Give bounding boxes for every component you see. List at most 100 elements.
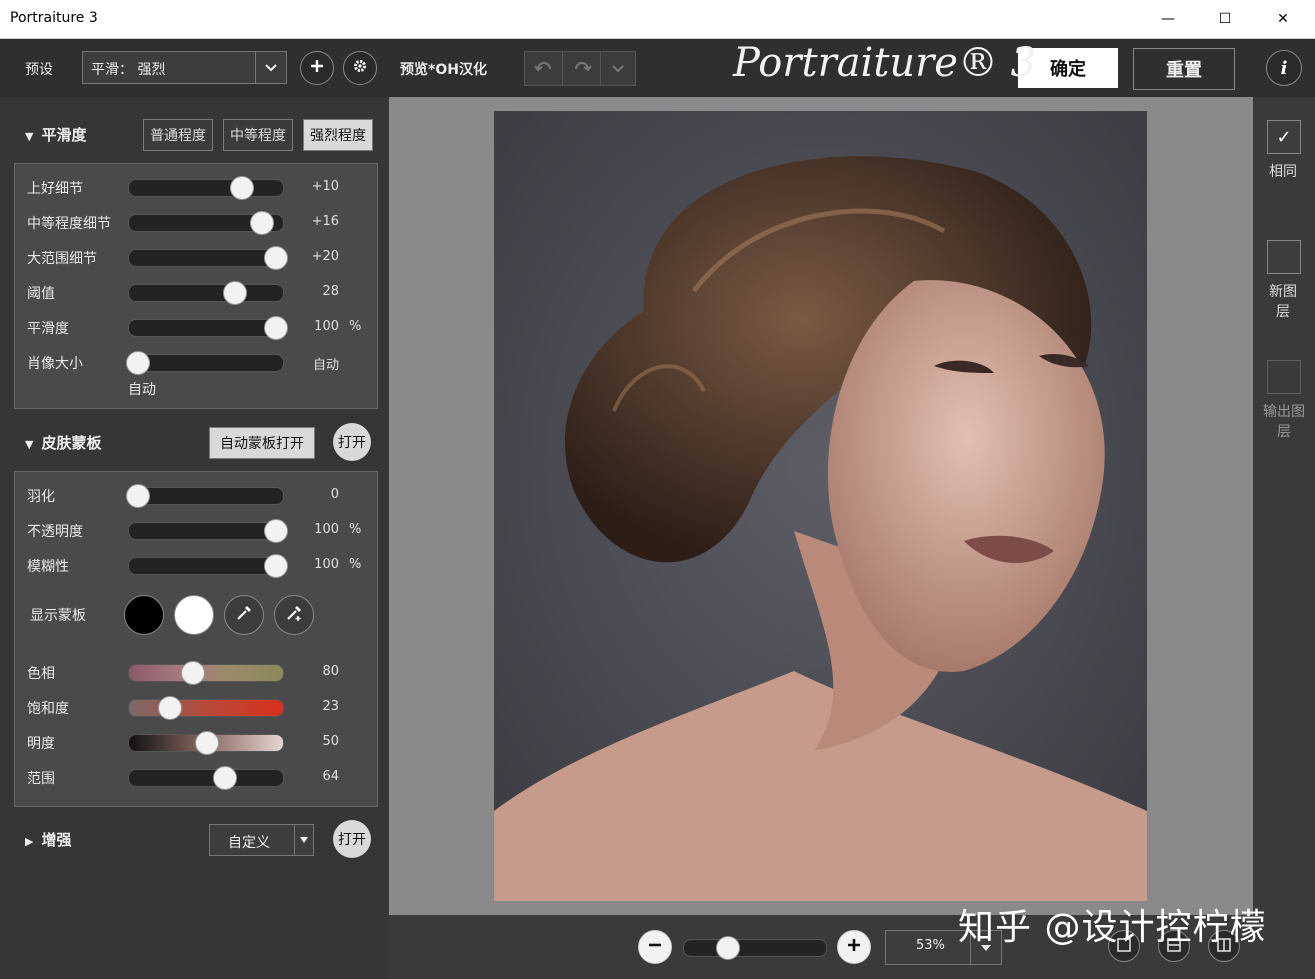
skin-mask-toggle[interactable]: 打开 — [333, 423, 371, 461]
enhance-mode-dropdown[interactable]: 自定义 — [209, 824, 314, 856]
undo-icon — [533, 59, 554, 78]
mask-1-label: 不透明度 — [27, 524, 83, 540]
enhance-title: 增强 — [41, 831, 72, 849]
mask-2-unit: % — [349, 557, 362, 572]
smoothing-3-slider[interactable] — [128, 281, 284, 305]
color-1-slider[interactable] — [128, 696, 284, 720]
chevron-down-icon — [611, 59, 625, 78]
minimize-button[interactable]: — — [1145, 0, 1191, 38]
color-0-slider-thumb[interactable] — [181, 661, 206, 685]
preset-value: 平滑： 强烈 — [91, 62, 166, 78]
black-mask-swatch[interactable] — [124, 595, 164, 635]
preset-dropdown[interactable]: 平滑： 强烈 — [82, 51, 287, 84]
smoothing-3-value: 28 — [322, 284, 339, 299]
plus-icon — [846, 937, 862, 957]
undo-button[interactable] — [524, 51, 563, 86]
preset-label: 预设 — [25, 62, 53, 78]
triangle-down-icon: ▼ — [25, 438, 34, 451]
chevron-down-icon — [255, 52, 286, 83]
color-3-slider[interactable] — [128, 766, 284, 790]
smoothing-section-header[interactable]: ▼ 平滑度 — [25, 124, 86, 145]
zoom-slider[interactable] — [683, 936, 827, 960]
auto-mask-button[interactable]: 自动蒙板打开 — [209, 427, 315, 459]
mask-0-slider[interactable] — [125, 484, 284, 508]
plus-icon — [309, 58, 325, 78]
smoothing-0-slider-thumb[interactable] — [230, 176, 255, 200]
smoothing-0-slider[interactable] — [128, 176, 284, 200]
close-button[interactable]: ✕ — [1260, 0, 1306, 38]
color-0-value: 80 — [322, 664, 339, 679]
mask-1-unit: % — [349, 522, 362, 537]
portrait-photo — [494, 111, 1147, 901]
new-layer-checkbox[interactable] — [1267, 240, 1301, 274]
mask-2-slider[interactable] — [128, 554, 289, 578]
smoothing-1-value: +16 — [311, 214, 339, 229]
smoothing-2-slider[interactable] — [128, 246, 289, 270]
skin-mask-section-header[interactable]: ▼ 皮肤蒙板 — [25, 432, 101, 453]
settings-button[interactable] — [343, 51, 377, 85]
maximize-button[interactable]: ☐ — [1202, 0, 1248, 38]
smoothing-4-slider[interactable] — [128, 316, 289, 340]
color-3-label: 范围 — [27, 771, 55, 787]
zoom-out-button[interactable] — [638, 930, 672, 964]
smoothing-3-slider-thumb[interactable] — [222, 281, 247, 305]
gear-icon — [352, 58, 368, 78]
smoothing-0-label: 上好细节 — [27, 181, 83, 197]
info-button[interactable]: i — [1266, 50, 1302, 86]
title-bar: Portraiture 3 — ☐ ✕ — [0, 0, 1315, 39]
zoom-value: 53% — [916, 938, 945, 953]
window-title: Portraiture 3 — [10, 10, 98, 26]
smoothing-1-slider[interactable] — [128, 211, 284, 235]
smoothing-title: 平滑度 — [41, 126, 87, 144]
enhance-toggle[interactable]: 打开 — [333, 820, 371, 858]
watermark-text: 知乎 @设计控柠檬 — [958, 907, 1267, 948]
triangle-right-icon: ▶ — [25, 835, 34, 848]
history-dropdown-button[interactable] — [600, 51, 636, 86]
smoothing-4-label: 平滑度 — [27, 321, 69, 337]
zoom-slider-thumb[interactable] — [715, 936, 740, 960]
eyedropper-plus-icon — [285, 604, 303, 626]
skin-mask-title: 皮肤蒙板 — [41, 434, 102, 452]
enhance-section-header[interactable]: ▶ 增强 — [25, 829, 71, 850]
color-2-slider[interactable] — [128, 731, 284, 755]
color-2-label: 明度 — [27, 736, 55, 752]
triangle-down-icon: ▼ — [25, 130, 34, 143]
redo-button[interactable] — [562, 51, 601, 86]
reset-button[interactable]: 重置 — [1133, 48, 1235, 90]
eyedropper-button[interactable] — [224, 595, 264, 635]
color-1-value: 23 — [322, 699, 339, 714]
smoothing-5-value: 自动 — [312, 358, 339, 373]
output-layer-checkbox[interactable] — [1267, 360, 1301, 394]
smoothing-1-slider-thumb[interactable] — [250, 211, 275, 235]
mask-1-slider[interactable] — [128, 519, 289, 543]
color-1-slider-thumb[interactable] — [158, 696, 183, 720]
smoothing-1-label: 中等程度细节 — [27, 216, 111, 232]
new-layer-label: 新图层 — [1269, 284, 1297, 320]
show-mask-label: 显示蒙板 — [30, 608, 86, 624]
white-mask-swatch[interactable] — [174, 595, 214, 635]
redo-icon — [572, 59, 592, 78]
smoothing-5-label: 肖像大小 — [27, 356, 83, 372]
mask-0-slider-thumb[interactable] — [125, 484, 150, 508]
portrait-size-auto-label: 自动 — [128, 382, 156, 398]
level-medium-button[interactable]: 中等程度 — [223, 119, 293, 151]
eyedropper-icon — [235, 604, 253, 626]
eyedropper-add-button[interactable] — [274, 595, 314, 635]
smoothing-4-unit: % — [349, 319, 362, 334]
smoothing-5-slider[interactable] — [125, 351, 284, 375]
smoothing-5-slider-thumb[interactable] — [125, 351, 150, 375]
level-strong-button[interactable]: 强烈程度 — [303, 119, 373, 151]
add-preset-button[interactable] — [300, 51, 334, 85]
mask-1-value: 100 — [314, 522, 339, 537]
color-0-slider[interactable] — [128, 661, 284, 685]
mask-2-value: 100 — [314, 557, 339, 572]
smoothing-4-value: 100 — [314, 319, 339, 334]
top-toolbar: 预设 平滑： 强烈 预览*OH汉化 确定 重置 i — [0, 39, 1315, 97]
color-3-slider-thumb[interactable] — [213, 766, 238, 790]
color-2-slider-thumb[interactable] — [195, 731, 219, 755]
right-panel — [1253, 97, 1315, 979]
smoothing-2-label: 大范围细节 — [27, 251, 97, 267]
zoom-in-button[interactable] — [837, 930, 871, 964]
same-checkbox[interactable]: ✓ — [1267, 120, 1301, 154]
level-normal-button[interactable]: 普通程度 — [143, 119, 213, 151]
